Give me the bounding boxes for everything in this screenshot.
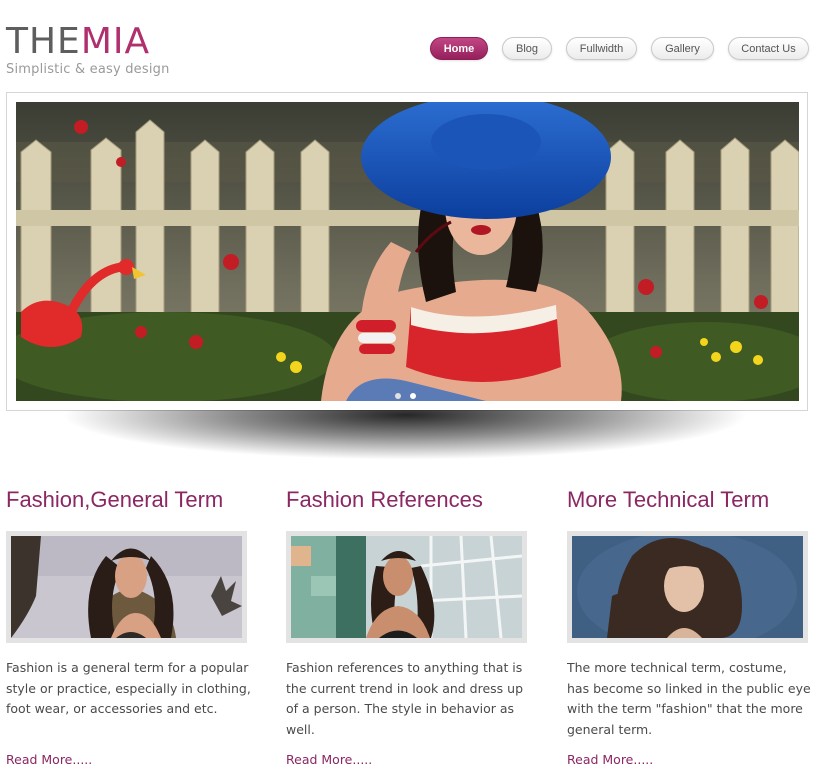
read-more-link-1[interactable]: Read More..... — [6, 752, 92, 767]
column-text: Fashion is a general term for a popular … — [6, 660, 251, 716]
slider-dot-1[interactable] — [395, 393, 401, 399]
nav-fullwidth-button[interactable]: Fullwidth — [566, 37, 637, 60]
column-text: Fashion references to anything that is t… — [286, 660, 524, 737]
column-title: Fashion,General Term — [6, 487, 224, 512]
column-title: More Technical Term — [567, 487, 770, 512]
feature-column-3: More Technical Term The more technical t… — [567, 486, 812, 740]
logo-text-part2: MIA — [80, 21, 151, 62]
column-image-frame — [286, 531, 527, 643]
feature-column-1: Fashion,General Term Fashion is a genera… — [6, 486, 251, 720]
slider-dot-2[interactable] — [410, 393, 416, 399]
nav-home-button[interactable]: Home — [430, 37, 488, 60]
nav-blog-button[interactable]: Blog — [502, 37, 552, 60]
column-image-frame — [567, 531, 808, 643]
logo-text-part1: THE — [6, 21, 81, 62]
main-nav: Home Blog Fullwidth Gallery Contact Us — [430, 37, 809, 60]
column-image[interactable] — [572, 536, 803, 638]
column-title: Fashion References — [286, 487, 483, 512]
slider-shadow — [60, 410, 750, 460]
column-text: The more technical term, costume, has be… — [567, 660, 811, 737]
read-more-link-2[interactable]: Read More..... — [286, 752, 372, 767]
nav-gallery-button[interactable]: Gallery — [651, 37, 714, 60]
site-tagline: Simplistic & easy design — [6, 62, 170, 77]
nav-contact-button[interactable]: Contact Us — [728, 37, 809, 60]
site-logo[interactable]: THEMIA Simplistic & easy design — [6, 21, 170, 78]
feature-column-2: Fashion References Fashion references to… — [286, 486, 531, 740]
column-image-frame — [6, 531, 247, 643]
slider-dots — [395, 393, 425, 399]
hero-slider — [6, 92, 808, 411]
column-image[interactable] — [291, 536, 522, 638]
read-more-link-3[interactable]: Read More..... — [567, 752, 653, 767]
hero-slide-image[interactable] — [16, 102, 799, 401]
column-image[interactable] — [11, 536, 242, 638]
